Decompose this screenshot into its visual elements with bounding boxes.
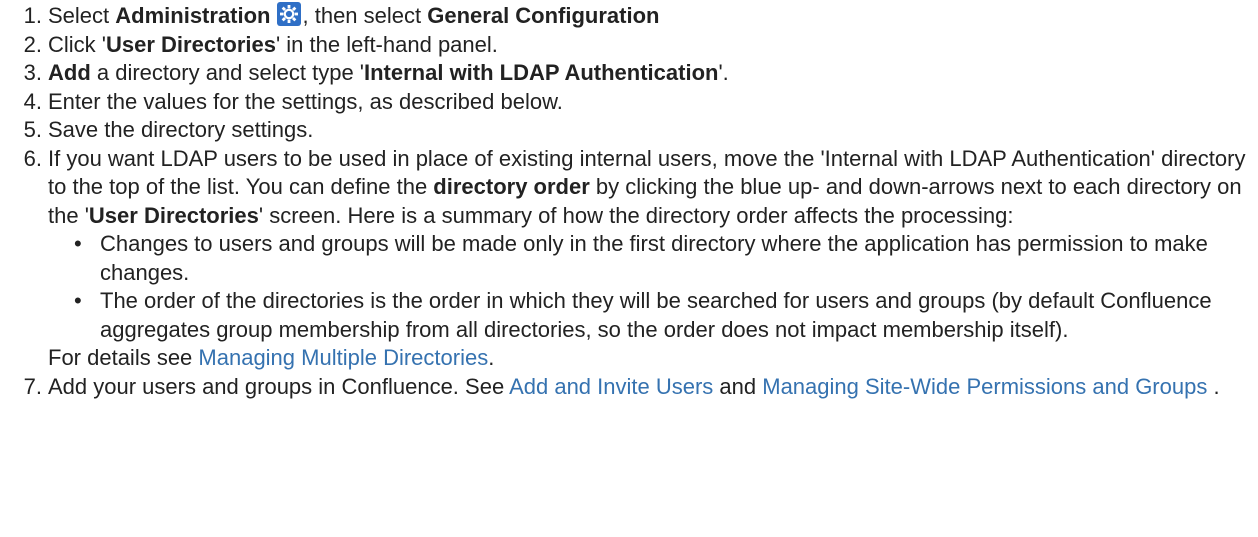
add-label: Add xyxy=(48,60,91,85)
step-text: '. xyxy=(718,60,729,85)
bullet-dot: • xyxy=(74,288,82,313)
step-text: and xyxy=(713,373,763,399)
step-text: Click ' xyxy=(48,31,106,57)
bullet-dot: • xyxy=(74,231,82,256)
user-directories-label: User Directories xyxy=(88,202,259,228)
list-item: • Changes to users and groups will be ma… xyxy=(74,230,1258,287)
step-text: . xyxy=(488,345,495,370)
step-4: 4. Enter the values for the settings, as… xyxy=(0,88,1258,117)
directory-type-label: Internal with LDAP Authentication xyxy=(364,60,719,85)
step-number: 4. xyxy=(23,88,42,114)
general-configuration-label: General Configuration xyxy=(427,3,660,28)
bullet-text: The order of the directories is the orde… xyxy=(100,288,1212,342)
gear-icon xyxy=(276,2,301,26)
list-item: • The order of the directories is the or… xyxy=(74,287,1258,344)
step-1: 1. Select Administration , then select Ge… xyxy=(0,2,1258,31)
step-number: 2. xyxy=(23,31,42,57)
step-number: 6. xyxy=(23,145,42,171)
step-text: ' in the left-hand panel. xyxy=(275,31,498,57)
step-number: 5. xyxy=(23,117,42,142)
step-text: a directory and select type ' xyxy=(90,60,364,85)
bullet-list: • Changes to users and groups will be ma… xyxy=(48,230,1258,344)
step-5: 5. Save the directory settings. xyxy=(0,116,1258,145)
managing-site-wide-permissions-link[interactable]: Managing Site-Wide Permissions and Group… xyxy=(762,374,1207,399)
instruction-steps: 1. Select Administration , then select Ge… xyxy=(0,0,1258,401)
step-text: Save the directory settings. xyxy=(48,117,314,142)
step-6: 6. If you want LDAP users to be used in … xyxy=(0,145,1258,373)
step-text: Add your users and groups in Confluence.… xyxy=(48,373,510,399)
step-text: Select xyxy=(48,3,116,28)
managing-multiple-directories-link[interactable]: Managing Multiple Directories xyxy=(198,345,488,370)
step-7: 7. Add your users and groups in Confluen… xyxy=(0,373,1258,402)
step-number: 1. xyxy=(23,3,42,28)
step-number: 7. xyxy=(23,373,42,399)
details-line: For details see Managing Multiple Direct… xyxy=(48,344,1258,373)
step-text: Enter the values for the settings, as de… xyxy=(48,88,563,114)
directory-order-label: directory order xyxy=(433,174,590,199)
add-and-invite-users-link[interactable]: Add and Invite Users xyxy=(509,374,713,399)
user-directories-label: User Directories xyxy=(105,31,276,57)
step-3: 3. Add a directory and select type 'Inte… xyxy=(0,59,1258,88)
bullet-text: Changes to users and groups will be made… xyxy=(100,231,1208,285)
step-text: For details see xyxy=(48,345,199,370)
step-text: , then select xyxy=(302,3,428,28)
step-text: ' screen. Here is a summary of how the d… xyxy=(258,202,1014,228)
step-text: . xyxy=(1207,373,1220,399)
administration-label: Administration xyxy=(115,3,271,28)
step-2: 2. Click 'User Directories' in the left-… xyxy=(0,31,1258,60)
step-number: 3. xyxy=(23,60,42,85)
